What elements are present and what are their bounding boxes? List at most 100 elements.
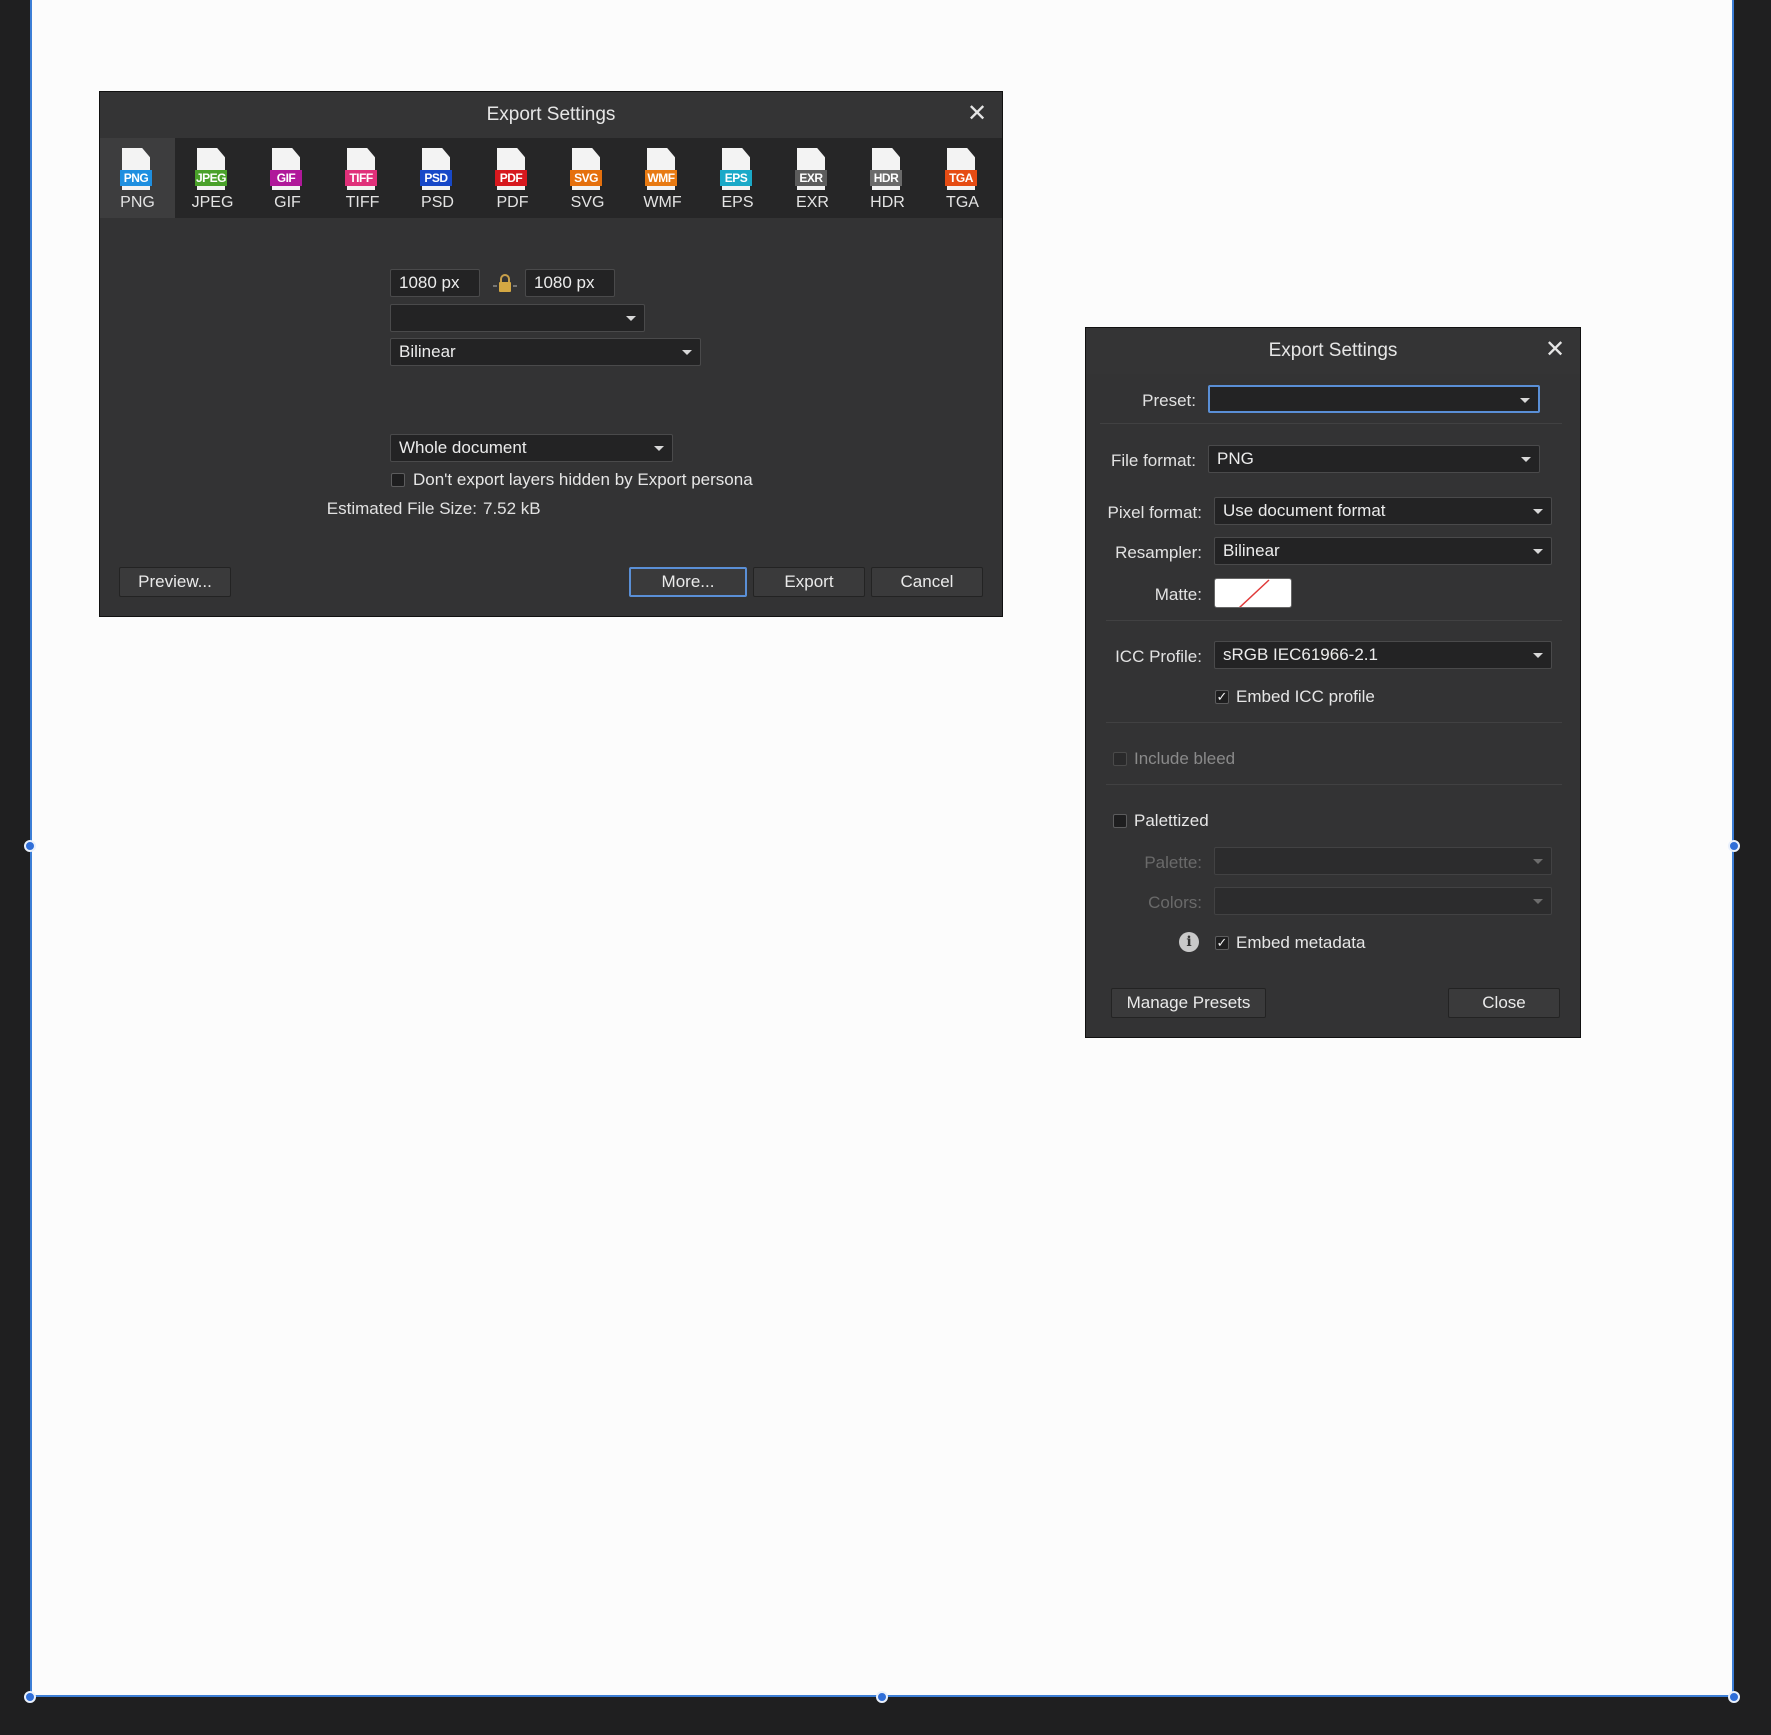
format-tag: PSD	[420, 170, 452, 186]
file-wmf-icon: WMF	[645, 148, 677, 190]
chevron-down-icon	[1533, 509, 1543, 514]
preset-dropdown[interactable]	[390, 304, 645, 332]
format-hdr[interactable]: HDR HDR	[850, 138, 925, 218]
format-jpeg[interactable]: JPEG JPEG	[175, 138, 250, 218]
area-dropdown[interactable]: Whole document	[390, 434, 673, 462]
export-settings-more-dialog: Export Settings ✕ Preset: File format: P…	[1085, 327, 1581, 1038]
format-tag: PNG	[120, 170, 152, 186]
format-name: PSD	[421, 194, 454, 211]
file-pdf-icon: PDF	[495, 148, 527, 190]
format-tag: TIFF	[345, 170, 377, 186]
format-name: TGA	[946, 194, 979, 211]
preview-button[interactable]: Preview...	[119, 567, 231, 597]
dialog-title: Export Settings	[100, 92, 1002, 138]
selection-handle-bottom-left[interactable]	[24, 1691, 36, 1703]
estimated-size-label: Estimated File Size:	[326, 499, 477, 518]
resample-dropdown[interactable]: Bilinear	[390, 338, 701, 366]
palettized-checkbox[interactable]	[1113, 814, 1127, 828]
file-hdr-icon: HDR	[870, 148, 902, 190]
file-tga-icon: TGA	[945, 148, 977, 190]
include-bleed-checkbox[interactable]	[1113, 752, 1127, 766]
preset-dropdown[interactable]	[1208, 385, 1540, 413]
separator	[1106, 784, 1562, 785]
format-tag: EPS	[720, 170, 752, 186]
more-button[interactable]: More...	[629, 567, 747, 597]
embed-icc-label: Embed ICC profile	[1236, 687, 1375, 706]
chevron-down-icon	[1533, 859, 1543, 864]
format-name: HDR	[870, 194, 905, 211]
format-wmf[interactable]: WMF WMF	[625, 138, 700, 218]
export-button[interactable]: Export	[753, 567, 865, 597]
format-bar: PNG PNG JPEG JPEG GIF GIF TIFF TIFF PSD PSD PDF PDF…	[100, 138, 1002, 218]
format-psd[interactable]: PSD PSD	[400, 138, 475, 218]
format-name: GIF	[274, 194, 301, 211]
format-tag: EXR	[795, 170, 827, 186]
matte-label: Matte:	[1154, 585, 1202, 604]
format-name: EXR	[796, 194, 829, 211]
embed-metadata-label: Embed metadata	[1236, 933, 1366, 952]
resampler-dropdown[interactable]: Bilinear	[1214, 537, 1552, 565]
format-tag: WMF	[645, 170, 677, 186]
separator	[1106, 722, 1562, 723]
format-tag: HDR	[870, 170, 902, 186]
close-button[interactable]: Close	[1448, 988, 1560, 1018]
icc-profile-label: ICC Profile:	[1115, 647, 1202, 666]
selection-handle-left[interactable]	[24, 840, 36, 852]
icc-profile-dropdown[interactable]: sRGB IEC61966-2.1	[1214, 641, 1552, 669]
export-settings-dialog: Export Settings ✕ PNG PNG JPEG JPEG GIF GIF TI…	[99, 91, 1003, 617]
close-icon[interactable]: ✕	[1542, 337, 1568, 363]
colors-dropdown[interactable]	[1214, 887, 1552, 915]
resample-value: Bilinear	[399, 342, 456, 361]
format-gif[interactable]: GIF GIF	[250, 138, 325, 218]
format-name: SVG	[570, 194, 605, 211]
resampler-value: Bilinear	[1223, 541, 1280, 560]
file-format-label: File format:	[1110, 451, 1196, 470]
file-format-dropdown[interactable]: PNG	[1208, 445, 1540, 473]
estimated-size-value: 7.52 kB	[483, 499, 541, 518]
embed-icc-checkbox[interactable]: ✓	[1215, 690, 1229, 704]
palette-dropdown[interactable]	[1214, 847, 1552, 875]
format-tga[interactable]: TGA TGA	[925, 138, 1000, 218]
hidden-layers-label: Don't export layers hidden by Export per…	[413, 470, 753, 489]
pixel-format-dropdown[interactable]: Use document format	[1214, 497, 1552, 525]
file-eps-icon: EPS	[720, 148, 752, 190]
include-bleed-label: Include bleed	[1134, 749, 1236, 768]
manage-presets-button[interactable]: Manage Presets	[1111, 988, 1266, 1018]
format-name: WMF	[643, 194, 682, 211]
format-png[interactable]: PNG PNG	[100, 138, 175, 218]
chevron-down-icon	[1533, 549, 1543, 554]
close-icon[interactable]: ✕	[964, 101, 990, 127]
file-psd-icon: PSD	[420, 148, 452, 190]
format-svg[interactable]: SVG SVG	[550, 138, 625, 218]
no-color-icon	[1238, 579, 1270, 607]
separator	[1106, 620, 1562, 621]
format-pdf[interactable]: PDF PDF	[475, 138, 550, 218]
selection-handle-right[interactable]	[1728, 840, 1740, 852]
matte-swatch[interactable]	[1214, 578, 1292, 608]
hidden-layers-checkbox[interactable]	[391, 473, 405, 487]
separator	[1100, 423, 1562, 424]
format-exr[interactable]: EXR EXR	[775, 138, 850, 218]
format-tag: TGA	[945, 170, 977, 186]
area-value: Whole document	[399, 438, 527, 457]
chevron-down-icon	[1520, 398, 1530, 403]
palette-label: Palette:	[1144, 853, 1202, 872]
format-eps[interactable]: EPS EPS	[700, 138, 775, 218]
width-field[interactable]: 1080 px	[390, 269, 480, 297]
resampler-label: Resampler:	[1115, 543, 1202, 562]
cancel-button[interactable]: Cancel	[871, 567, 983, 597]
lock-icon[interactable]	[493, 272, 517, 296]
info-icon[interactable]: i	[1179, 932, 1199, 952]
selection-handle-bottom-right[interactable]	[1728, 1691, 1740, 1703]
icc-profile-value: sRGB IEC61966-2.1	[1223, 645, 1378, 664]
embed-metadata-checkbox[interactable]: ✓	[1215, 936, 1229, 950]
file-tiff-icon: TIFF	[345, 148, 377, 190]
height-field[interactable]: 1080 px	[525, 269, 615, 297]
chevron-down-icon	[626, 316, 636, 321]
palettized-label: Palettized	[1134, 811, 1209, 830]
file-svg-icon: SVG	[570, 148, 602, 190]
selection-handle-bottom-center[interactable]	[876, 1691, 888, 1703]
format-tag: GIF	[270, 170, 302, 186]
format-name: TIFF	[345, 194, 380, 211]
format-tiff[interactable]: TIFF TIFF	[325, 138, 400, 218]
